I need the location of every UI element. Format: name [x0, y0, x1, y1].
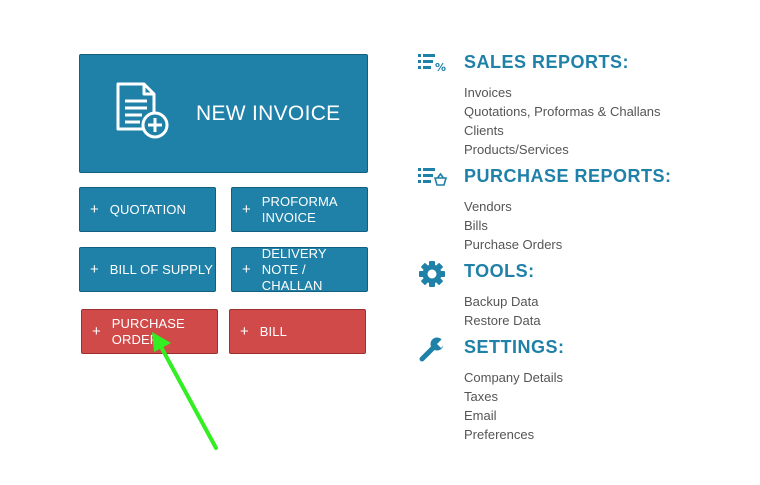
link-purchase-orders[interactable]: Purchase Orders [464, 235, 562, 254]
gear-icon [418, 260, 446, 293]
purchase-order-button[interactable]: + PURCHASE ORDER [81, 309, 218, 354]
link-backup-data[interactable]: Backup Data [464, 292, 541, 311]
tools-title: TOOLS: [464, 261, 535, 281]
bill-of-supply-label: BILL OF SUPPLY [109, 261, 214, 277]
purchase-reports-title: PURCHASE REPORTS: [464, 166, 672, 186]
sales-reports-list: Invoices Quotations, Proformas & Challan… [464, 83, 661, 159]
link-clients[interactable]: Clients [464, 121, 661, 140]
purchase-order-label: PURCHASE ORDER [111, 315, 185, 347]
plus-icon: + [242, 261, 251, 278]
link-bills[interactable]: Bills [464, 216, 562, 235]
sales-reports-title: SALES REPORTS: [464, 52, 630, 72]
invoice-add-icon [114, 81, 170, 146]
list-basket-icon [418, 167, 448, 192]
proforma-invoice-button[interactable]: + PROFORMA INVOICE [231, 187, 368, 232]
wrench-icon [418, 337, 446, 368]
settings-title: SETTINGS: [464, 337, 565, 357]
list-percent-icon: % [418, 53, 448, 78]
plus-icon: + [242, 201, 251, 218]
link-taxes[interactable]: Taxes [464, 387, 563, 406]
new-invoice-button[interactable]: NEW INVOICE [79, 54, 368, 173]
delivery-note-challan-button[interactable]: + DELIVERY NOTE / CHALLAN [231, 245, 368, 293]
proforma-invoice-label: PROFORMA INVOICE [261, 193, 337, 225]
quotation-label: QUOTATION [109, 201, 187, 217]
purchase-reports-list: Vendors Bills Purchase Orders [464, 197, 562, 254]
link-quotations-proformas-challans[interactable]: Quotations, Proformas & Challans [464, 102, 661, 121]
link-invoices[interactable]: Invoices [464, 83, 661, 102]
delivery-note-challan-label: DELIVERY NOTE / CHALLAN [261, 245, 327, 293]
plus-icon: + [90, 201, 99, 218]
link-email[interactable]: Email [464, 406, 563, 425]
link-restore-data[interactable]: Restore Data [464, 311, 541, 330]
settings-list: Company Details Taxes Email Preferences [464, 368, 563, 444]
link-vendors[interactable]: Vendors [464, 197, 562, 216]
plus-icon: + [90, 261, 99, 278]
bill-label: BILL [259, 323, 287, 339]
plus-icon: + [92, 323, 101, 340]
bill-of-supply-button[interactable]: + BILL OF SUPPLY [79, 247, 216, 292]
svg-text:%: % [435, 61, 446, 73]
link-products-services[interactable]: Products/Services [464, 140, 661, 159]
bill-button[interactable]: + BILL [229, 309, 366, 354]
quotation-button[interactable]: + QUOTATION [79, 187, 216, 232]
plus-icon: + [240, 323, 249, 340]
new-invoice-label: NEW INVOICE [196, 101, 341, 125]
tools-list: Backup Data Restore Data [464, 292, 541, 330]
link-preferences[interactable]: Preferences [464, 425, 563, 444]
link-company-details[interactable]: Company Details [464, 368, 563, 387]
